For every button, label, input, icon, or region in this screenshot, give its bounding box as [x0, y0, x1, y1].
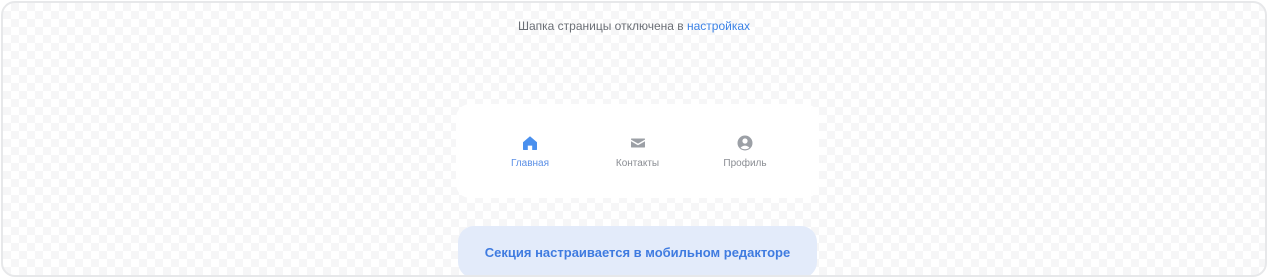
- tab-contacts[interactable]: Контакты: [588, 134, 688, 169]
- envelope-icon: [630, 138, 645, 147]
- home-icon: [523, 135, 537, 150]
- settings-link[interactable]: настройках: [687, 19, 750, 33]
- header-notice-text: Шапка страницы отключена в: [517, 19, 687, 33]
- mobile-editor-note[interactable]: Секция настраивается в мобильном редакто…: [458, 226, 817, 275]
- tab-profile-label: Профиль: [723, 157, 767, 169]
- tab-home-label: Главная: [510, 157, 550, 169]
- tab-home[interactable]: Главная: [480, 134, 580, 169]
- mobile-tab-bar: Главная Контакты Профиль: [456, 104, 819, 198]
- header-disabled-notice: Шапка страницы отключена в настройках: [3, 19, 1265, 33]
- user-circle-icon: [737, 135, 753, 150]
- mobile-editor-note-text: Секция настраивается в мобильном редакто…: [484, 244, 791, 260]
- preview-frame: Шапка страницы отключена в настройках Гл…: [1, 1, 1267, 277]
- tab-contacts-label: Контакты: [615, 157, 660, 169]
- tab-profile[interactable]: Профиль: [695, 134, 795, 169]
